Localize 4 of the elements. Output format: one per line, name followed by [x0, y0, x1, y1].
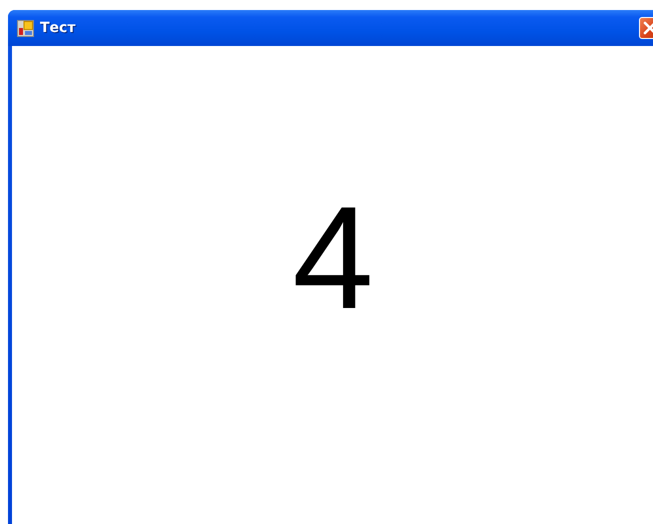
window-title: Тест: [40, 20, 76, 36]
number-display: 4: [292, 185, 374, 331]
close-icon: [643, 21, 653, 35]
app-icon: [17, 20, 34, 36]
